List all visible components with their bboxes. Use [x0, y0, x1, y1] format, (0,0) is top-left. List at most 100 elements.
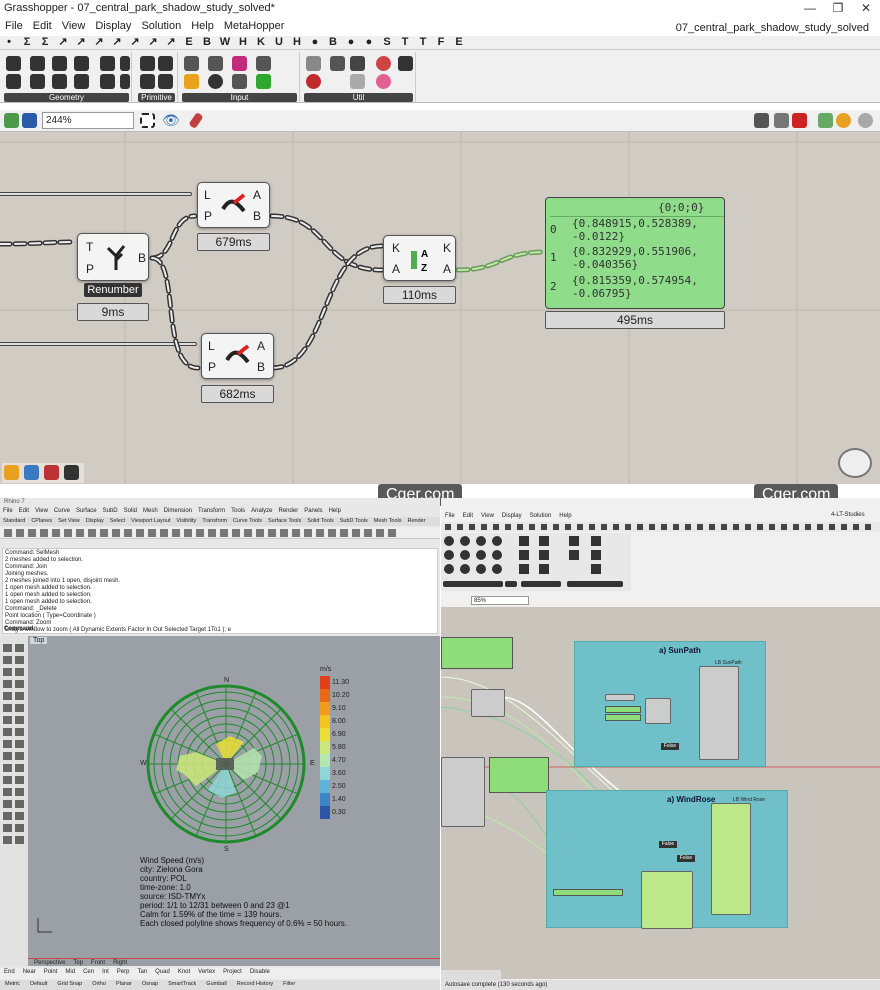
domain-icon[interactable]: [140, 74, 155, 89]
gh2-component-merge[interactable]: [471, 689, 505, 717]
gh2-menu-item[interactable]: Edit: [459, 512, 477, 520]
pin-k-out[interactable]: K: [443, 241, 451, 255]
osnap-option[interactable]: Perp: [113, 968, 134, 976]
windrose-panel[interactable]: [553, 889, 623, 896]
rhino-menu-item[interactable]: View: [32, 507, 51, 515]
python-icon[interactable]: [24, 465, 39, 480]
arrow-icon[interactable]: [350, 56, 365, 71]
gh2-menu-item[interactable]: Solution: [526, 512, 556, 520]
windrose-toggle[interactable]: False: [677, 855, 695, 862]
menu-view[interactable]: View: [57, 18, 91, 34]
viewport-tab[interactable]: Front: [87, 960, 109, 966]
pin-a[interactable]: A: [253, 188, 261, 202]
component-tab[interactable]: U: [270, 36, 288, 49]
component-tab[interactable]: Σ: [36, 36, 54, 49]
rhino-tab[interactable]: Solid Tools: [304, 517, 337, 525]
sunpath-panel[interactable]: [605, 706, 641, 713]
rhino-menu-item[interactable]: Help: [326, 507, 344, 515]
value-list-icon[interactable]: [232, 74, 247, 89]
status-pane[interactable]: Gumball: [201, 980, 231, 988]
osnap-option[interactable]: Cen: [79, 968, 98, 976]
osnap-option[interactable]: Knot: [174, 968, 194, 976]
viewport-tab[interactable]: Right: [109, 960, 131, 966]
component-tab[interactable]: H: [234, 36, 252, 49]
group-icon[interactable]: [100, 74, 115, 89]
vector-icon[interactable]: [6, 74, 21, 89]
gh2-menu-item[interactable]: Help: [555, 512, 575, 520]
windrose-group[interactable]: a) WindRose LB Wind Rose False False: [546, 790, 788, 929]
gh2-panel-top[interactable]: [441, 637, 513, 669]
component-tab[interactable]: F: [432, 36, 450, 49]
sunpath-input[interactable]: [605, 694, 635, 701]
plane-icon[interactable]: [52, 74, 67, 89]
osnap-option[interactable]: Project: [219, 968, 246, 976]
status-pane[interactable]: SmartTrack: [163, 980, 201, 988]
osnap-option[interactable]: Quad: [151, 968, 174, 976]
rhino-menu-item[interactable]: File: [0, 507, 16, 515]
component-tab[interactable]: K: [252, 36, 270, 49]
rhino-tab[interactable]: Select: [107, 517, 128, 525]
flask-icon[interactable]: [376, 56, 391, 71]
point-icon[interactable]: [6, 56, 21, 71]
save-icon[interactable]: [22, 113, 37, 128]
menu-file[interactable]: File: [0, 18, 28, 34]
status-pane[interactable]: Filter: [278, 980, 300, 988]
sunpath-toggle[interactable]: False: [661, 743, 679, 750]
component-tab[interactable]: ●: [360, 36, 378, 49]
rhino-tab[interactable]: CPlanes: [28, 517, 55, 525]
component-tab[interactable]: Σ: [18, 36, 36, 49]
menu-metahopper[interactable]: MetaHopper: [219, 18, 290, 34]
status-pane[interactable]: Grid Snap: [52, 980, 87, 988]
pin-b[interactable]: B: [253, 209, 261, 223]
rhino-tab[interactable]: SubD Tools: [337, 517, 371, 525]
potion-icon[interactable]: [376, 74, 391, 89]
gh2-zoom[interactable]: 85%: [471, 596, 529, 605]
menu-edit[interactable]: Edit: [28, 18, 57, 34]
rhino-menu-item[interactable]: Analyze: [248, 507, 275, 515]
curve-icon[interactable]: [52, 56, 67, 71]
box-icon[interactable]: [74, 74, 89, 89]
field-icon[interactable]: [120, 74, 130, 89]
sort-list-component[interactable]: K A K A AZ: [383, 235, 456, 281]
mesh-icon[interactable]: [74, 56, 89, 71]
rhino-tab[interactable]: Render: [404, 517, 428, 525]
rhino-menu-item[interactable]: Dimension: [161, 507, 195, 515]
rhino-menu-item[interactable]: Curve: [51, 507, 73, 515]
status-pane[interactable]: Metric: [0, 980, 25, 988]
osnap-option[interactable]: Point: [40, 968, 62, 976]
status-pane[interactable]: Record History: [232, 980, 278, 988]
component-tab[interactable]: ↗: [54, 36, 72, 49]
component-tab[interactable]: ↗: [90, 36, 108, 49]
component-tab[interactable]: T: [396, 36, 414, 49]
sunpath-panel[interactable]: [605, 714, 641, 721]
graph-mapper-icon[interactable]: [184, 74, 199, 89]
data-panel[interactable]: {0;0;0} 0 {0.848915,0.528389, -0.0122} 1 …: [545, 197, 725, 309]
surface-icon[interactable]: [100, 56, 115, 71]
selected-icon[interactable]: [818, 113, 833, 128]
component-tab[interactable]: B: [198, 36, 216, 49]
component-tab[interactable]: ↗: [108, 36, 126, 49]
rhino-menu-item[interactable]: Solid: [121, 507, 140, 515]
zoom-extents-icon[interactable]: [140, 113, 155, 128]
viewport-label[interactable]: Top: [30, 637, 48, 644]
pin-a[interactable]: A: [392, 262, 400, 276]
rhino-tab[interactable]: Set View: [55, 517, 83, 525]
zoom-dropdown[interactable]: 244%: [42, 112, 134, 129]
pin-b[interactable]: B: [138, 251, 146, 265]
component-tab[interactable]: ●: [306, 36, 324, 49]
pin-l[interactable]: L: [204, 188, 211, 202]
rhino-menu-item[interactable]: Edit: [16, 507, 32, 515]
data-dam-icon[interactable]: [350, 74, 365, 89]
slider-icon[interactable]: [184, 56, 199, 71]
pin-k[interactable]: K: [392, 241, 400, 255]
gh2-menu-item[interactable]: Display: [498, 512, 526, 520]
status-pane[interactable]: Ortho: [87, 980, 111, 988]
windrose-toggle[interactable]: False: [659, 841, 677, 848]
osnap-option[interactable]: End: [0, 968, 19, 976]
rhino-tab[interactable]: Transform: [199, 517, 230, 525]
gradient-icon[interactable]: [232, 56, 247, 71]
component-tab[interactable]: S: [378, 36, 396, 49]
button-icon[interactable]: [208, 74, 223, 89]
cluster-icon[interactable]: [306, 56, 321, 71]
component-tab[interactable]: H: [288, 36, 306, 49]
